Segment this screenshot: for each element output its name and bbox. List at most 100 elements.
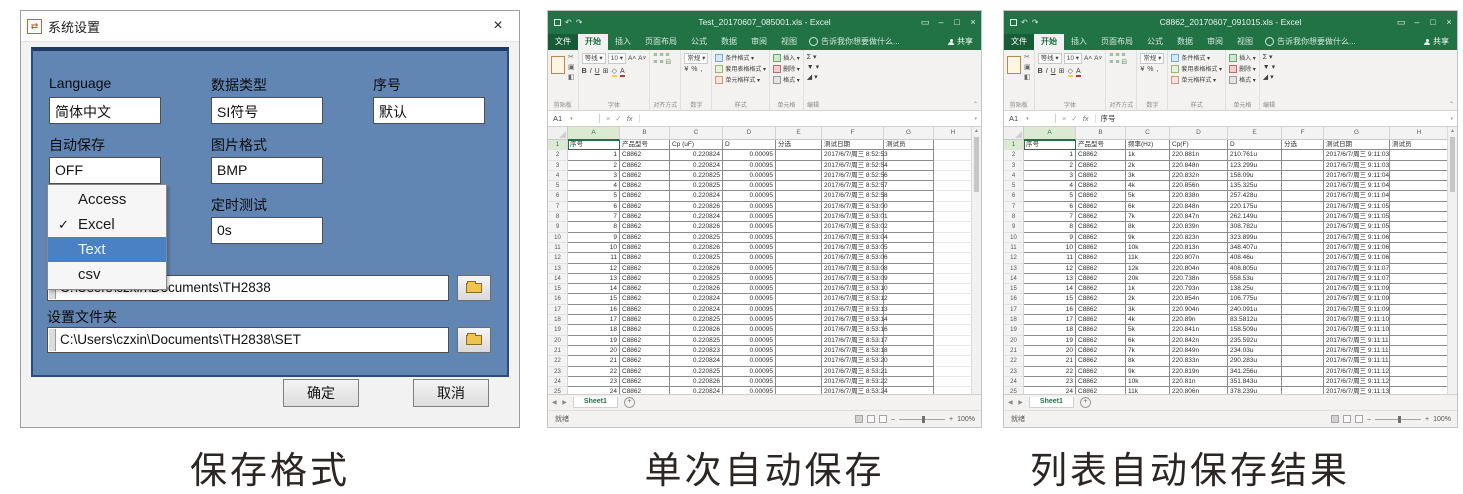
cell-D19[interactable]: 0.00095 xyxy=(723,325,776,335)
cell-G11[interactable]: 2017/6/7/周三 9:11:06 xyxy=(1324,243,1390,253)
dropdown-item-excel[interactable]: Excel xyxy=(48,212,166,237)
cell-B1[interactable]: 产品型号 xyxy=(1076,140,1126,150)
row-header-1[interactable]: 1 xyxy=(548,140,568,150)
cell-F10[interactable]: 2017/6/7/周三 8:53:04 xyxy=(822,233,884,243)
cell-C12[interactable]: 11k xyxy=(1126,253,1170,263)
cell-E19[interactable] xyxy=(776,325,822,335)
cell-A25[interactable]: 24 xyxy=(568,387,620,394)
bold-button[interactable]: B xyxy=(1038,68,1043,75)
cell-A1[interactable]: 序号 xyxy=(568,140,620,150)
dropdown-item-csv[interactable]: csv xyxy=(48,262,166,287)
cell-H15[interactable] xyxy=(1390,284,1449,294)
sheet-nav-icons[interactable]: ◀ ▶ xyxy=(1004,399,1029,406)
cell-C24[interactable]: 10k xyxy=(1126,377,1170,387)
cell-G22[interactable] xyxy=(884,356,934,366)
paste-icon[interactable] xyxy=(551,56,565,74)
cell-A9[interactable]: 8 xyxy=(1024,222,1076,232)
cell-A3[interactable]: 2 xyxy=(568,161,620,171)
cell-A23[interactable]: 22 xyxy=(568,367,620,377)
copy-icon[interactable]: ▣ xyxy=(568,63,575,71)
cell-C20[interactable]: 0.220825 xyxy=(670,336,723,346)
row-header-11[interactable]: 11 xyxy=(1004,243,1024,253)
cell-F8[interactable] xyxy=(1282,212,1324,222)
cell-B4[interactable]: C8862 xyxy=(1076,171,1126,181)
select-all-corner[interactable] xyxy=(548,127,568,140)
cell-B24[interactable]: C8862 xyxy=(1076,377,1126,387)
ribbon-tab-2[interactable]: 插入 xyxy=(608,34,638,50)
cell-B16[interactable]: C8862 xyxy=(620,294,670,304)
cell-E7[interactable] xyxy=(776,202,822,212)
cell-D10[interactable]: 220.823n xyxy=(1170,233,1228,243)
cell-A18[interactable]: 17 xyxy=(568,315,620,325)
cell-B15[interactable]: C8862 xyxy=(1076,284,1126,294)
cell-C17[interactable]: 3k xyxy=(1126,305,1170,315)
cell-H12[interactable] xyxy=(934,253,973,263)
cell-F24[interactable] xyxy=(1282,377,1324,387)
cell-B18[interactable]: C8862 xyxy=(620,315,670,325)
cell-G3[interactable] xyxy=(884,161,934,171)
italic-button[interactable]: I xyxy=(590,68,592,75)
cell-D15[interactable]: 220.793n xyxy=(1170,284,1228,294)
cell-H20[interactable] xyxy=(1390,336,1449,346)
cell-B13[interactable]: C8862 xyxy=(620,264,670,274)
redo-icon[interactable]: ↷ xyxy=(1032,18,1039,27)
cell-A16[interactable]: 15 xyxy=(568,294,620,304)
insert-function-icon[interactable]: fx xyxy=(1083,114,1089,123)
cell-E13[interactable] xyxy=(776,264,822,274)
cell-H6[interactable] xyxy=(1390,191,1449,201)
cell-D6[interactable]: 220.838n xyxy=(1170,191,1228,201)
cell-D18[interactable]: 0.00095 xyxy=(723,315,776,325)
cell-G12[interactable] xyxy=(884,253,934,263)
cell-A5[interactable]: 4 xyxy=(568,181,620,191)
row-header-3[interactable]: 3 xyxy=(548,161,568,171)
cell-A4[interactable]: 3 xyxy=(1024,171,1076,181)
cell-E23[interactable]: 341.256u xyxy=(1228,367,1282,377)
cell-H3[interactable] xyxy=(1390,161,1449,171)
cell-styles-button[interactable]: 单元格样式 ▾ xyxy=(1171,75,1216,84)
cell-D5[interactable]: 220.856n xyxy=(1170,181,1228,191)
cell-B14[interactable]: C8862 xyxy=(1076,274,1126,284)
scroll-up-icon[interactable]: ▲ xyxy=(1448,127,1457,135)
cell-C3[interactable]: 0.220824 xyxy=(670,161,723,171)
cell-E6[interactable]: 257.428u xyxy=(1228,191,1282,201)
share-button[interactable]: 共享 xyxy=(943,34,981,50)
cell-F11[interactable] xyxy=(1282,243,1324,253)
currency-icon[interactable]: ¥ xyxy=(684,66,688,73)
ribbon-tab-6[interactable]: 审阅 xyxy=(744,34,774,50)
cell-A17[interactable]: 16 xyxy=(568,305,620,315)
scrollbar-thumb[interactable] xyxy=(1450,137,1455,192)
percent-icon[interactable]: % xyxy=(1147,66,1153,73)
cell-A11[interactable]: 10 xyxy=(1024,243,1076,253)
row-header-15[interactable]: 15 xyxy=(548,284,568,294)
cell-H5[interactable] xyxy=(1390,181,1449,191)
cell-C8[interactable]: 7k xyxy=(1126,212,1170,222)
cell-G15[interactable]: 2017/6/7/周三 9:11:09 xyxy=(1324,284,1390,294)
cell-A14[interactable]: 13 xyxy=(568,274,620,284)
italic-button[interactable]: I xyxy=(1046,68,1048,75)
cell-H13[interactable] xyxy=(934,264,973,274)
cell-H15[interactable] xyxy=(934,284,973,294)
cell-E7[interactable]: 220.175u xyxy=(1228,202,1282,212)
row-header-21[interactable]: 21 xyxy=(548,346,568,356)
cell-E9[interactable] xyxy=(776,222,822,232)
cell-G2[interactable]: 2017/6/7/周三 9:11:03 xyxy=(1324,150,1390,160)
cell-H19[interactable] xyxy=(934,325,973,335)
row-header-5[interactable]: 5 xyxy=(1004,181,1024,191)
cell-A15[interactable]: 14 xyxy=(1024,284,1076,294)
cell-D15[interactable]: 0.00095 xyxy=(723,284,776,294)
cell-A5[interactable]: 4 xyxy=(1024,181,1076,191)
scroll-up-icon[interactable]: ▲ xyxy=(972,127,981,135)
clear-icon[interactable]: ◢ ▾ xyxy=(1263,73,1274,81)
cell-D19[interactable]: 220.841n xyxy=(1170,325,1228,335)
ribbon-tab-0[interactable]: 文件 xyxy=(1004,34,1034,50)
cell-E15[interactable]: 138.25u xyxy=(1228,284,1282,294)
row-header-4[interactable]: 4 xyxy=(548,171,568,181)
cell-A6[interactable]: 5 xyxy=(1024,191,1076,201)
cell-D20[interactable]: 0.00095 xyxy=(723,336,776,346)
cell-G7[interactable]: 2017/6/7/周三 9:11:05 xyxy=(1324,202,1390,212)
cell-E6[interactable] xyxy=(776,191,822,201)
cell-A2[interactable]: 1 xyxy=(568,150,620,160)
cell-H12[interactable] xyxy=(1390,253,1449,263)
undo-icon[interactable]: ↶ xyxy=(1021,18,1028,27)
cell-B6[interactable]: C8862 xyxy=(1076,191,1126,201)
